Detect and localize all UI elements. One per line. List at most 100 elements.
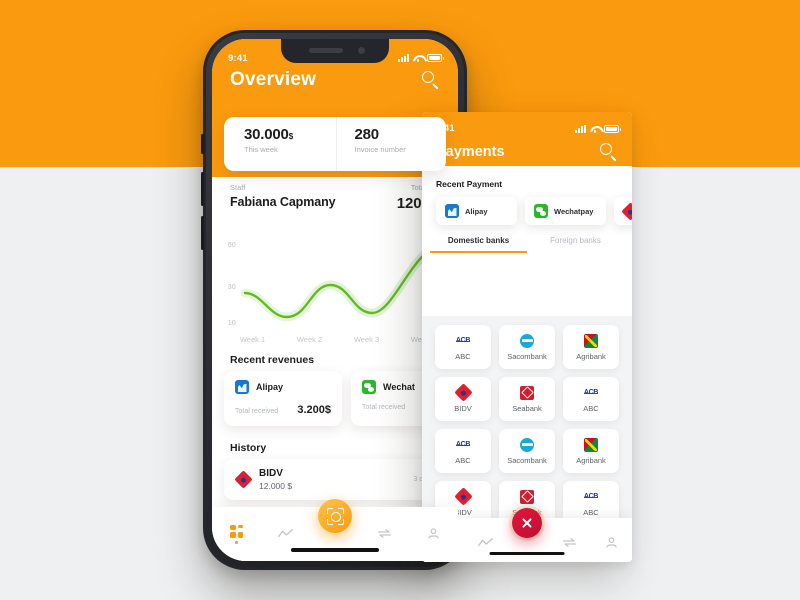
alipay-logo-icon	[445, 204, 459, 218]
recent-payment-card[interactable]: W	[614, 197, 632, 225]
acb-logo-icon: ACB	[583, 386, 598, 400]
tab-analytics[interactable]	[261, 526, 310, 543]
status-icons	[575, 124, 621, 133]
alipay-logo-icon	[235, 380, 249, 394]
front-camera	[358, 47, 365, 54]
y-tick-30: 30	[228, 282, 236, 291]
overview-title-row: Overview	[212, 69, 458, 91]
stat-value: 30.000$	[244, 126, 336, 143]
payments-status-bar: 9:41	[422, 112, 632, 138]
bank-name: Agribank	[576, 455, 606, 465]
stat-number: 280	[354, 126, 380, 143]
stat-label: This week	[244, 145, 278, 154]
seabank-logo-icon	[520, 489, 534, 504]
bank-item[interactable]: Sacombank	[499, 429, 555, 473]
bank-item[interactable]: Agribank	[563, 429, 619, 473]
revenue-card-footer: Total received 3.200$	[235, 404, 331, 416]
bidv-logo-icon	[453, 487, 473, 506]
search-icon[interactable]	[422, 71, 440, 89]
history-bank-name: BIDV	[259, 468, 283, 479]
bank-name: ABC	[455, 351, 471, 361]
chart-x-labels: Week 1 Week 2 Week 3 Week 4	[224, 335, 452, 344]
revenue-card[interactable]: Alipay Total received 3.200$	[224, 371, 342, 426]
earpiece-speaker	[309, 48, 343, 53]
revenue-card-header: Alipay	[235, 380, 331, 394]
bank-name: Sacombank	[507, 351, 547, 361]
y-tick-60: 60	[228, 240, 236, 249]
x-label-week3: Week 3	[353, 335, 380, 344]
signal-icon	[398, 54, 409, 62]
bank-name: Sacombank	[507, 455, 547, 465]
bank-item[interactable]: ACB ABC	[435, 325, 491, 369]
staff-name: Fabiana Capmany	[230, 195, 336, 209]
recent-payment-name: Alipay	[465, 206, 488, 216]
close-icon	[521, 517, 533, 529]
sacombank-logo-icon	[520, 333, 534, 348]
bank-category-tabs: Domestic banks Foreign banks	[422, 236, 632, 253]
tab-domestic-banks[interactable]: Domestic banks	[430, 236, 527, 253]
recent-payment-name: Wechatpay	[554, 206, 594, 216]
payments-title-row: Payments	[422, 138, 632, 166]
revenue-card-name: Alipay	[256, 382, 284, 392]
payments-body: Recent Payment Alipay Wechatpay W Domest…	[422, 166, 632, 562]
recent-payment-card[interactable]: Wechatpay	[525, 197, 606, 225]
signal-icon	[575, 124, 586, 133]
stat-label: Invoice number	[354, 145, 406, 154]
chart-line-icon	[477, 535, 493, 546]
recent-payment-card[interactable]: Alipay	[436, 197, 517, 225]
tab-foreign-banks[interactable]: Foreign banks	[527, 236, 624, 253]
phone-volume-down-button	[201, 216, 204, 250]
scan-icon	[326, 507, 344, 525]
history-row[interactable]: BIDV 12.000 $ 3 days a	[224, 459, 452, 500]
grid-icon	[230, 524, 244, 538]
tab-transfer[interactable]	[548, 535, 590, 547]
stat-number: 30.000	[244, 126, 289, 143]
bank-item[interactable]: Agribank	[563, 325, 619, 369]
page-title: Payments	[436, 144, 505, 160]
bank-item[interactable]: BIDV	[435, 377, 491, 421]
revenue-card-amount: 3.200$	[297, 404, 331, 416]
phone-mute-switch	[201, 134, 204, 154]
bank-item[interactable]: ACB ABC	[563, 377, 619, 421]
wechat-logo-icon	[362, 380, 376, 394]
status-icons	[398, 54, 444, 63]
revenue-line-chart: 60 30 10	[224, 229, 452, 339]
transfer-icon	[377, 526, 392, 538]
wechat-logo-icon	[534, 204, 548, 218]
tab-profile[interactable]	[409, 526, 458, 543]
payments-screen: 9:41 Payments Recent Payment Alipay Wech…	[422, 112, 632, 562]
x-label-week2: Week 2	[296, 335, 323, 344]
tab-transfer[interactable]	[360, 526, 409, 543]
overview-stats-card: 30.000$ This week 280 Invoice number	[224, 117, 446, 171]
x-label-week1: Week 1	[239, 335, 266, 344]
acb-logo-icon: ACB	[455, 334, 470, 348]
staff-block: Staff Fabiana Capmany	[230, 183, 336, 209]
phone-notch	[281, 39, 389, 63]
tab-dashboard[interactable]	[212, 524, 261, 544]
battery-icon	[427, 54, 444, 62]
wifi-icon	[413, 54, 423, 63]
bank-item[interactable]: Sacombank	[499, 325, 555, 369]
acb-logo-icon: ACB	[583, 490, 598, 504]
agribank-logo-icon	[584, 333, 598, 348]
revenue-card-label: Total received	[362, 404, 406, 411]
page-title: Overview	[230, 69, 317, 90]
close-fab-button[interactable]	[512, 508, 542, 538]
scan-fab-button[interactable]	[318, 499, 352, 533]
transfer-icon	[562, 535, 577, 547]
bidv-logo-icon	[620, 201, 632, 221]
stat-unit: $	[288, 132, 293, 141]
bank-item[interactable]: ACB ABC	[435, 429, 491, 473]
stat-invoice-number: 280 Invoice number	[335, 117, 447, 171]
chart-line-icon	[278, 526, 294, 537]
bank-name: ABC	[455, 455, 471, 465]
bank-item[interactable]: Seabank	[499, 377, 555, 421]
history-title: History	[230, 442, 267, 454]
sacombank-logo-icon	[520, 437, 534, 452]
bank-name: BIDV	[454, 403, 472, 413]
revenue-card-label: Total received	[235, 408, 279, 415]
revenue-card-name: Wechat	[383, 382, 415, 392]
tab-analytics[interactable]	[464, 535, 506, 546]
tab-profile[interactable]	[590, 535, 632, 548]
search-icon[interactable]	[600, 143, 618, 161]
